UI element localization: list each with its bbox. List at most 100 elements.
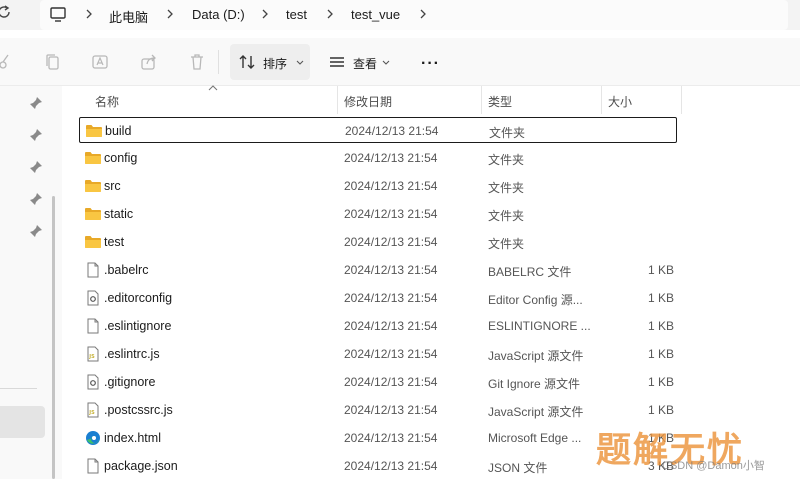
file-modified-date: 2024/12/13 21:54 <box>344 375 438 389</box>
breadcrumb-drive-d[interactable]: Data (D:) <box>192 7 245 22</box>
chevron-right-icon[interactable] <box>325 8 335 20</box>
file-name: test <box>104 235 125 249</box>
chevron-right-icon[interactable] <box>418 8 428 20</box>
file-size: 1 KB <box>647 319 674 333</box>
file-type: Microsoft Edge ... <box>488 431 582 445</box>
file-row[interactable]: .eslintignore 2024/12/13 21:54 ESLINTIGNOR… <box>79 313 677 339</box>
file-name: .postcssrc.js <box>104 403 173 417</box>
pin-icon[interactable] <box>29 96 43 110</box>
column-name-label: 名称 <box>95 95 120 109</box>
file-row[interactable]: JS .postcssrc.js 2024/12/13 21:54 JavaScrip… <box>79 397 677 423</box>
file-modified-date: 2024/12/13 21:54 <box>344 179 438 193</box>
nav-selected-item[interactable] <box>0 406 45 438</box>
file-modified-date: 2024/12/13 21:54 <box>344 151 438 165</box>
file-name: build <box>105 124 132 138</box>
chevron-right-icon[interactable] <box>84 8 94 20</box>
nav-scrollbar[interactable] <box>52 196 55 479</box>
file-row[interactable]: JS .eslintrc.js 2024/12/13 21:54 JavaScript… <box>79 341 677 367</box>
js-file-icon: JS <box>84 402 102 418</box>
delete-icon[interactable] <box>188 53 206 71</box>
column-name[interactable]: 名称 <box>89 86 338 114</box>
view-list-icon <box>330 57 344 67</box>
chevron-down-icon <box>296 60 304 65</box>
sort-icon <box>239 55 255 69</box>
file-type: 文件夹 <box>488 181 525 195</box>
command-bar: 排序 查看 ··· <box>0 38 800 86</box>
file-modified-date: 2024/12/13 21:54 <box>344 207 438 221</box>
sort-label: 排序 <box>263 57 288 71</box>
file-name: .eslintignore <box>104 319 172 333</box>
file-row[interactable]: src 2024/12/13 21:54 文件夹 <box>79 173 677 199</box>
file-type: Editor Config 源... <box>488 293 583 307</box>
folder-icon <box>85 123 103 139</box>
this-pc-icon[interactable] <box>49 5 67 23</box>
file-row[interactable]: test 2024/12/13 21:54 文件夹 <box>79 229 677 255</box>
pin-icon[interactable] <box>29 192 43 206</box>
chevron-right-icon[interactable] <box>165 8 175 20</box>
column-size[interactable]: 大小 <box>602 86 682 114</box>
file-row[interactable]: .babelrc 2024/12/13 21:54 BABELRC 文件 1 KB <box>79 257 677 283</box>
file-icon <box>84 458 102 474</box>
file-type: JSON 文件 <box>488 461 548 475</box>
config-file-icon <box>84 374 102 390</box>
file-row[interactable]: index.html 2024/12/13 21:54 Microsoft Edge… <box>79 425 677 451</box>
file-size: 1 KB <box>647 347 674 361</box>
cut-icon[interactable] <box>0 53 12 71</box>
file-modified-date: 2024/12/13 21:54 <box>344 235 438 249</box>
file-type: JavaScript 源文件 <box>488 405 584 419</box>
js-file-icon: JS <box>84 346 102 362</box>
watermark-credit: CSDN @Damon小智 <box>662 460 765 472</box>
view-button[interactable]: 查看 <box>320 44 398 80</box>
file-row[interactable]: .editorconfig 2024/12/13 21:54 Editor Conf… <box>79 285 677 311</box>
copy-icon[interactable] <box>44 53 62 71</box>
pin-icon[interactable] <box>29 224 43 238</box>
folder-icon <box>84 234 102 250</box>
config-file-icon <box>84 290 102 306</box>
file-icon <box>84 318 102 334</box>
file-modified-date: 2024/12/13 21:54 <box>344 263 438 277</box>
file-row[interactable]: config 2024/12/13 21:54 文件夹 <box>79 145 677 171</box>
column-type[interactable]: 类型 <box>482 86 602 114</box>
file-modified-date: 2024/12/13 21:54 <box>344 347 438 361</box>
column-size-label: 大小 <box>608 95 633 109</box>
column-modified-label: 修改日期 <box>344 95 393 109</box>
breadcrumb-test-vue[interactable]: test_vue <box>351 7 400 22</box>
watermark: 题解无忧 CSDN @Damon小智 <box>596 420 800 479</box>
file-row[interactable]: build 2024/12/13 21:54 文件夹 <box>79 117 677 143</box>
file-type: BABELRC 文件 <box>488 265 572 279</box>
address-bar: 此电脑 Data (D:) test test_vue <box>0 0 800 30</box>
folder-icon <box>84 150 102 166</box>
file-modified-date: 2024/12/13 21:54 <box>344 319 438 333</box>
file-row[interactable]: .gitignore 2024/12/13 21:54 Git Ignore 源文件… <box>79 369 677 395</box>
file-type: 文件夹 <box>488 209 525 223</box>
file-name: index.html <box>104 431 161 445</box>
chevron-right-icon[interactable] <box>260 8 270 20</box>
file-size: 1 KB <box>647 375 674 389</box>
file-type: 文件夹 <box>488 153 525 167</box>
address-box[interactable] <box>40 0 788 30</box>
breadcrumb-test[interactable]: test <box>286 7 307 22</box>
file-name: .babelrc <box>104 263 149 277</box>
file-type: Git Ignore 源文件 <box>488 377 581 391</box>
svg-text:JS: JS <box>88 354 95 360</box>
file-size: 1 KB <box>647 403 674 417</box>
file-row[interactable]: static 2024/12/13 21:54 文件夹 <box>79 201 677 227</box>
file-modified-date: 2024/12/13 21:54 <box>344 403 438 417</box>
rename-icon[interactable] <box>91 53 109 71</box>
pin-icon[interactable] <box>29 160 43 174</box>
share-icon[interactable] <box>140 53 158 71</box>
breadcrumb-this-pc[interactable]: 此电脑 <box>109 7 148 26</box>
nav-divider <box>0 388 37 389</box>
edge-html-icon <box>84 430 102 446</box>
column-header: 名称 修改日期 类型 大小 <box>62 85 800 114</box>
file-type: 文件夹 <box>489 126 526 140</box>
file-row[interactable]: package.json 2024/12/13 21:54 JSON 文件 3 KB <box>79 453 677 479</box>
pin-icon[interactable] <box>29 128 43 142</box>
sort-button[interactable]: 排序 <box>230 44 310 80</box>
file-name: .eslintrc.js <box>104 347 160 361</box>
view-label: 查看 <box>353 57 378 71</box>
refresh-icon[interactable] <box>0 4 12 20</box>
folder-icon <box>84 206 102 222</box>
column-modified[interactable]: 修改日期 <box>338 86 482 114</box>
more-options-button[interactable]: ··· <box>414 44 448 80</box>
